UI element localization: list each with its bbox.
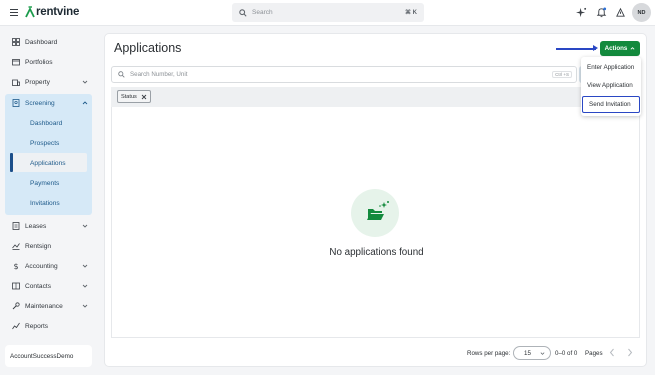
results-panel: No applications found bbox=[111, 107, 640, 338]
sidebar-sub-dashboard[interactable]: Dashboard bbox=[30, 116, 62, 130]
search-shortcut: ⌘ K bbox=[405, 10, 417, 16]
empty-state-icon bbox=[351, 189, 399, 237]
search-shortcut: Ctrl +S bbox=[552, 71, 572, 78]
chevron-down-icon bbox=[540, 352, 545, 355]
chevron-down-icon bbox=[82, 80, 88, 84]
close-icon[interactable] bbox=[141, 94, 147, 100]
svg-text:$: $ bbox=[14, 262, 19, 270]
menu-item-view-application[interactable]: View Application bbox=[581, 77, 641, 94]
bell-icon[interactable] bbox=[596, 7, 607, 18]
global-search-placeholder: Search bbox=[252, 9, 273, 16]
sidebar-item-label: Portfolios bbox=[25, 58, 53, 66]
page-range: 0–0 of 0 bbox=[555, 350, 578, 357]
folder-open-icon bbox=[367, 201, 389, 220]
dashboard-icon bbox=[12, 38, 20, 46]
filter-bar: Status bbox=[111, 87, 640, 107]
sidebar-item-reports[interactable]: Reports bbox=[10, 318, 94, 334]
user-alert-icon[interactable] bbox=[615, 7, 626, 18]
sidebar-item-accounting[interactable]: $ Accounting bbox=[10, 258, 94, 274]
search-placeholder: Search Number, Unit bbox=[130, 71, 188, 78]
app-logo[interactable]: rentvine bbox=[25, 6, 79, 18]
rows-per-page-label: Rows per page: bbox=[467, 350, 511, 357]
chevron-up-icon bbox=[82, 101, 88, 105]
chevron-down-icon bbox=[82, 264, 88, 268]
chevron-down-icon bbox=[82, 304, 88, 308]
sidebar-item-contacts[interactable]: Contacts bbox=[10, 278, 94, 294]
main-panel: Applications Actions Search Number, Unit… bbox=[104, 33, 647, 367]
actions-button-label: Actions bbox=[604, 45, 628, 52]
app-name: rentvine bbox=[36, 6, 80, 18]
account-selector[interactable]: AccountSuccessDemo bbox=[5, 345, 92, 367]
dollar-icon: $ bbox=[14, 262, 19, 270]
search-icon bbox=[239, 8, 247, 17]
rows-per-page-select[interactable]: 15 bbox=[513, 346, 551, 360]
wrench-icon bbox=[12, 302, 20, 310]
portfolio-icon bbox=[12, 59, 20, 66]
menu-item-enter-application[interactable]: Enter Application bbox=[581, 59, 641, 76]
chevron-up-icon bbox=[630, 47, 635, 50]
sidebar-item-label: Contacts bbox=[25, 282, 52, 290]
menu-icon[interactable] bbox=[10, 9, 18, 17]
empty-state-message: No applications found bbox=[329, 247, 424, 258]
sidebar-sub-payments[interactable]: Payments bbox=[30, 176, 59, 190]
sidebar-item-leases[interactable]: Leases bbox=[10, 218, 94, 234]
annotation-arrow bbox=[556, 48, 596, 50]
sidebar-item-maintenance[interactable]: Maintenance bbox=[10, 298, 94, 314]
sidebar-item-label: Property bbox=[25, 78, 50, 86]
pages-label: Pages bbox=[585, 350, 603, 357]
contacts-icon bbox=[12, 282, 20, 290]
global-search-input[interactable]: Search ⌘ K bbox=[232, 3, 424, 22]
chevron-down-icon bbox=[82, 284, 88, 288]
sidebar-item-label: Reports bbox=[25, 322, 49, 330]
sidebar-sub-applications[interactable]: Applications bbox=[30, 156, 66, 170]
sidebar: Dashboard Portfolios Property Screening … bbox=[0, 27, 100, 375]
logo-mark-icon bbox=[25, 6, 35, 18]
avatar[interactable]: ND bbox=[632, 3, 651, 22]
sidebar-item-label: Rentsign bbox=[25, 242, 52, 250]
sidebar-item-label: Maintenance bbox=[25, 302, 63, 310]
actions-button[interactable]: Actions bbox=[600, 41, 640, 56]
chevron-left-icon[interactable] bbox=[608, 348, 616, 357]
sidebar-item-rentsign[interactable]: Rentsign bbox=[10, 238, 94, 254]
sparkle-icon[interactable] bbox=[576, 7, 587, 18]
reports-icon bbox=[12, 322, 20, 330]
top-bar: rentvine Search ⌘ K ND bbox=[0, 0, 655, 26]
sidebar-item-dashboard[interactable]: Dashboard bbox=[10, 34, 94, 50]
chevron-down-icon bbox=[82, 224, 88, 228]
status-filter-chip[interactable]: Status bbox=[117, 90, 151, 103]
sidebar-item-label: Accounting bbox=[25, 262, 58, 270]
annotation-arrow-head bbox=[593, 45, 598, 51]
sidebar-item-label: Leases bbox=[25, 222, 47, 230]
search-input[interactable]: Search Number, Unit Ctrl +S bbox=[111, 66, 577, 83]
sidebar-item-property[interactable]: Property bbox=[10, 74, 94, 90]
actions-menu: Enter Application View Application Send … bbox=[581, 57, 641, 116]
pagination: Rows per page: 15 0–0 of 0 Pages bbox=[105, 346, 648, 362]
search-icon bbox=[118, 71, 125, 78]
screening-icon bbox=[12, 99, 20, 107]
rentsign-icon bbox=[12, 243, 20, 250]
leases-icon bbox=[12, 222, 20, 230]
property-icon bbox=[12, 79, 20, 86]
sidebar-item-portfolios[interactable]: Portfolios bbox=[10, 54, 94, 70]
sidebar-sub-prospects[interactable]: Prospects bbox=[30, 136, 59, 150]
chevron-right-icon[interactable] bbox=[626, 348, 634, 357]
sidebar-sub-invitations[interactable]: Invitations bbox=[30, 196, 60, 210]
page-title: Applications bbox=[114, 41, 182, 55]
menu-item-send-invitation[interactable]: Send Invitation bbox=[582, 96, 640, 113]
active-sub-indicator bbox=[10, 153, 13, 172]
sidebar-item-label: Dashboard bbox=[25, 38, 58, 46]
chip-label: Status bbox=[121, 93, 137, 100]
sidebar-item-screening[interactable]: Screening bbox=[10, 95, 94, 111]
rows-per-page-value: 15 bbox=[524, 349, 531, 357]
sidebar-item-label: Screening bbox=[25, 99, 55, 107]
